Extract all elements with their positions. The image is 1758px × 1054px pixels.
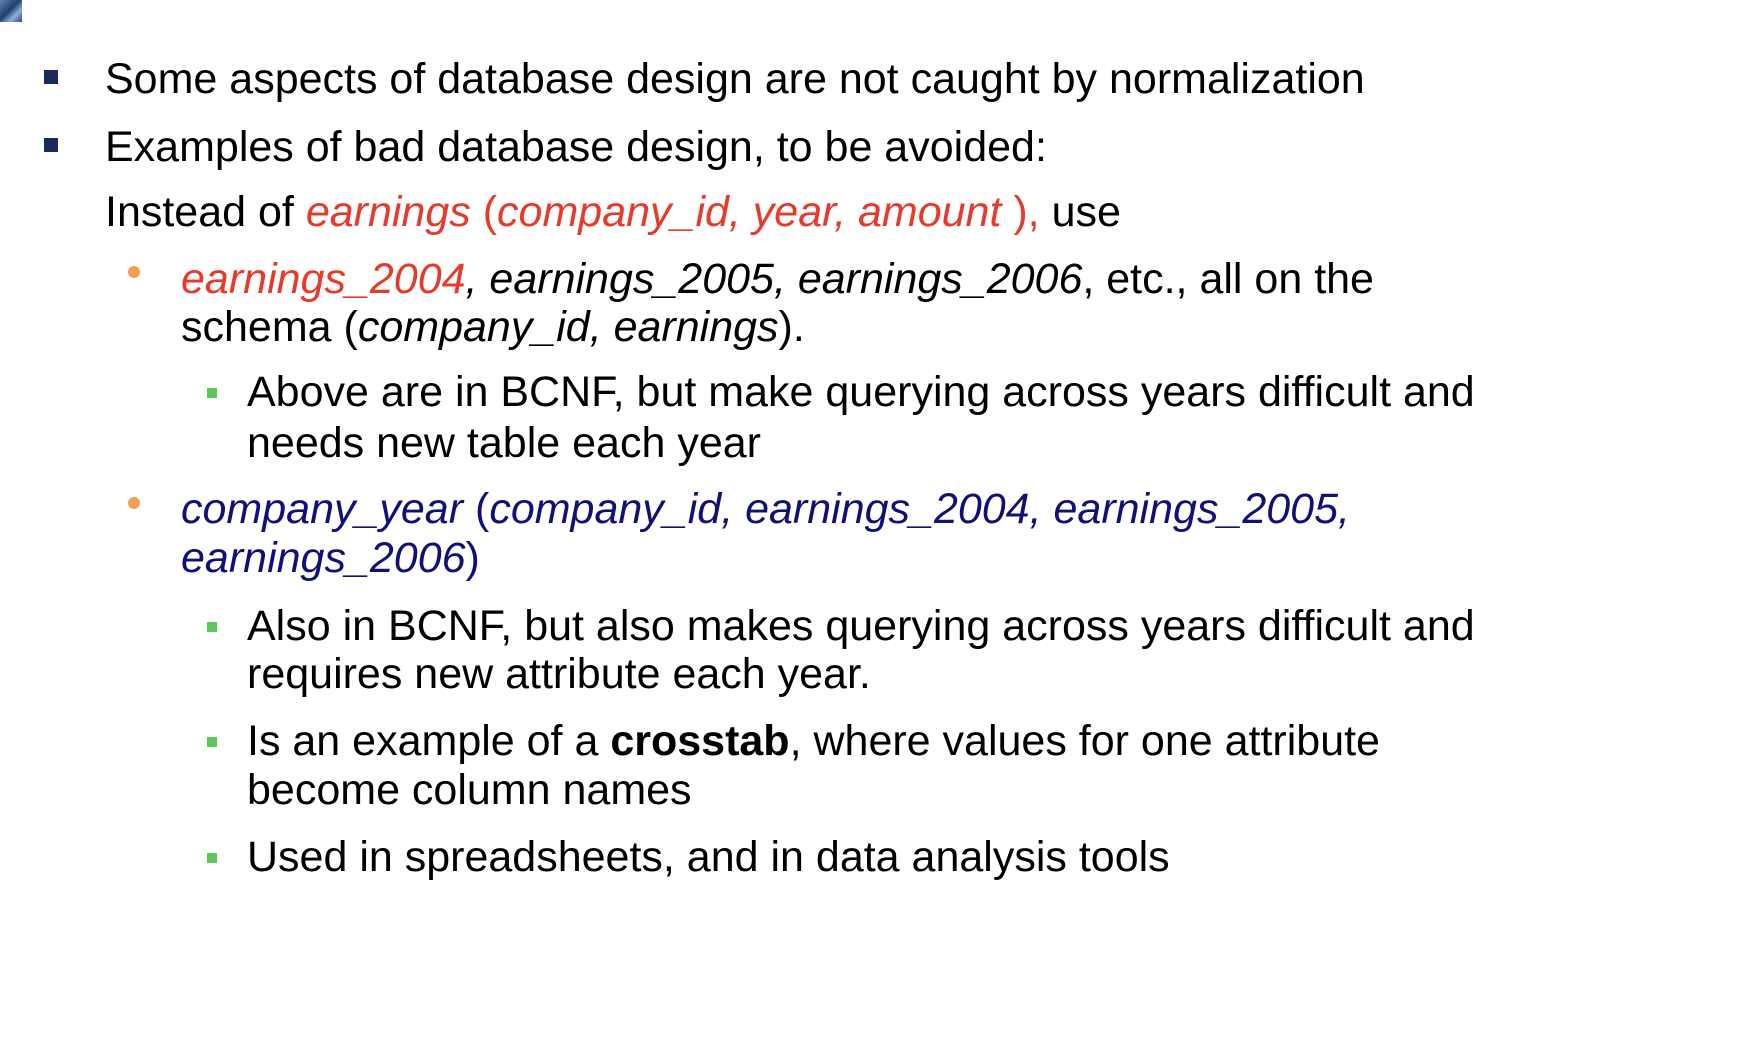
dot-bullet-icon bbox=[128, 497, 140, 509]
schema-suffix: ). bbox=[778, 303, 805, 351]
note-also-bcnf-line1: Also in BCNF, but also makes querying ac… bbox=[247, 602, 1475, 650]
crosstab-term: crosstab bbox=[610, 717, 790, 765]
earnings-per-year-item: earnings_2004, earnings_2005, earnings_2… bbox=[181, 252, 1374, 306]
bullet-normalization: Some aspects of database design are not … bbox=[105, 55, 1365, 103]
relation-earnings: earnings bbox=[305, 188, 471, 236]
square-bullet-icon bbox=[44, 70, 58, 84]
note-crosstab-line2: become column names bbox=[247, 766, 692, 814]
small-square-bullet-icon bbox=[207, 388, 217, 398]
note-bcnf-line1: Above are in BCNF, but make querying acr… bbox=[247, 368, 1475, 416]
earnings-etc-text: , etc., all on the bbox=[1082, 255, 1374, 303]
corner-logo bbox=[0, 0, 22, 22]
earnings-attributes: company_id, year, amount bbox=[497, 188, 1002, 236]
company-year-close-paren: ) bbox=[465, 534, 480, 582]
instead-of-line: Instead of earnings (company_id, year, a… bbox=[105, 185, 1121, 239]
small-square-bullet-icon bbox=[207, 853, 217, 863]
note-also-bcnf-line2: requires new attribute each year. bbox=[247, 650, 871, 698]
crosstab-suffix: , where values for one attribute bbox=[789, 717, 1380, 765]
instead-prefix: Instead of bbox=[105, 188, 306, 236]
close-paren: ), bbox=[1001, 188, 1040, 236]
company-year-open-paren: ( bbox=[463, 485, 490, 533]
small-square-bullet-icon bbox=[207, 622, 217, 632]
company-year-attr-2006: earnings_2006 bbox=[181, 534, 466, 582]
relation-earnings-2004: earnings_2004 bbox=[181, 255, 466, 303]
note-crosstab-line1: Is an example of a crosstab, where value… bbox=[247, 714, 1380, 768]
instead-suffix: use bbox=[1039, 188, 1121, 236]
schema-attributes: company_id, earnings bbox=[357, 303, 779, 351]
open-paren: ( bbox=[470, 188, 498, 236]
relation-company-year: company_year bbox=[181, 485, 464, 533]
earnings-schema-line: schema (company_id, earnings). bbox=[181, 300, 805, 354]
note-spreadsheets: Used in spreadsheets, and in data analys… bbox=[247, 833, 1170, 881]
company-year-line2: earnings_2006) bbox=[181, 531, 480, 585]
small-square-bullet-icon bbox=[207, 737, 217, 747]
dot-bullet-icon bbox=[128, 266, 140, 278]
note-bcnf-line2: needs new table each year bbox=[247, 419, 761, 467]
company-year-item: company_year (company_id, earnings_2004,… bbox=[181, 482, 1350, 536]
schema-prefix: schema ( bbox=[181, 303, 358, 351]
company-year-attributes: company_id, earnings_2004, earnings_2005… bbox=[489, 485, 1350, 533]
relation-earnings-other-years: , earnings_2005, earnings_2006 bbox=[465, 255, 1083, 303]
square-bullet-icon bbox=[44, 138, 58, 152]
crosstab-prefix: Is an example of a bbox=[247, 717, 611, 765]
bullet-bad-design-examples: Examples of bad database design, to be a… bbox=[105, 123, 1047, 171]
